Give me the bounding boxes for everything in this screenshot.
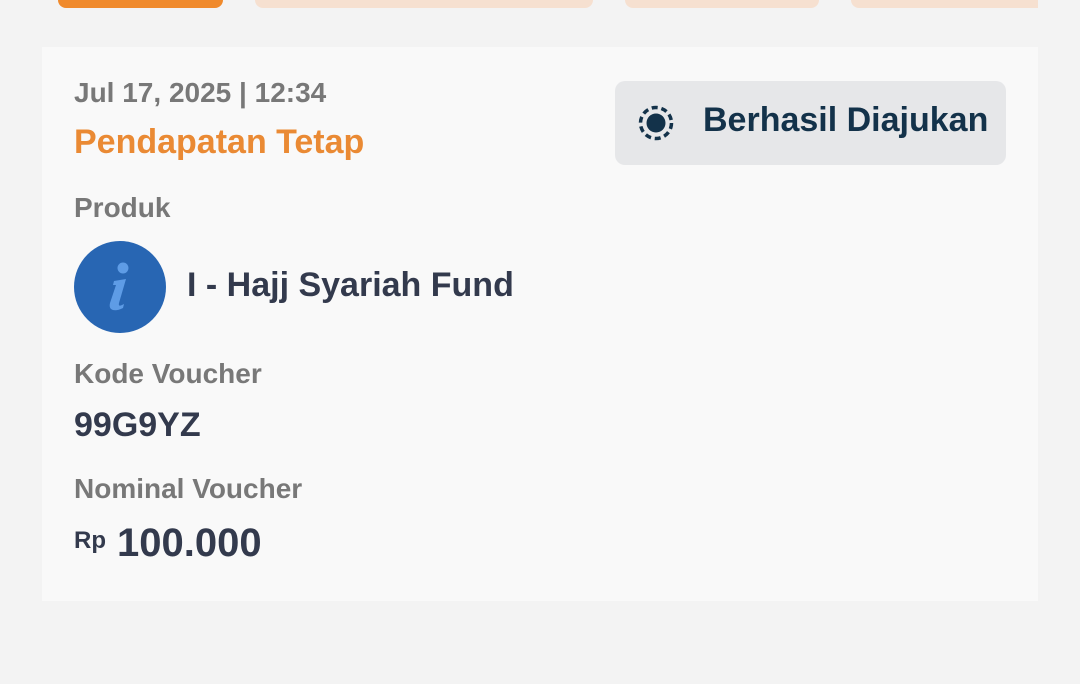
- product-name: I - Hajj Syariah Fund: [187, 266, 514, 304]
- voucher-code-value: 99G9YZ: [74, 406, 201, 444]
- voucher-nominal-label: Nominal Voucher: [74, 473, 303, 504]
- tab-3[interactable]: [625, 0, 819, 8]
- product-label: Produk: [74, 192, 171, 223]
- voucher-code-label: Kode Voucher: [74, 358, 262, 389]
- product-logo: [74, 241, 166, 333]
- currency-symbol: Rp: [74, 527, 106, 554]
- status-badge: Berhasil Diajukan: [615, 81, 1006, 165]
- tab-active[interactable]: [58, 0, 223, 8]
- transaction-datetime: Jul 17, 2025 | 12:34: [74, 77, 327, 108]
- tab-4[interactable]: [851, 0, 1038, 8]
- pending-circle-icon: [638, 105, 674, 141]
- info-icon: [109, 262, 129, 311]
- transaction-card[interactable]: Jul 17, 2025 | 12:34 Pendapatan Tetap Be…: [42, 47, 1038, 601]
- tab-2[interactable]: [255, 0, 593, 8]
- status-label: Berhasil Diajukan: [703, 101, 989, 139]
- voucher-amount: 100.000: [117, 521, 262, 565]
- transaction-type: Pendapatan Tetap: [74, 123, 365, 161]
